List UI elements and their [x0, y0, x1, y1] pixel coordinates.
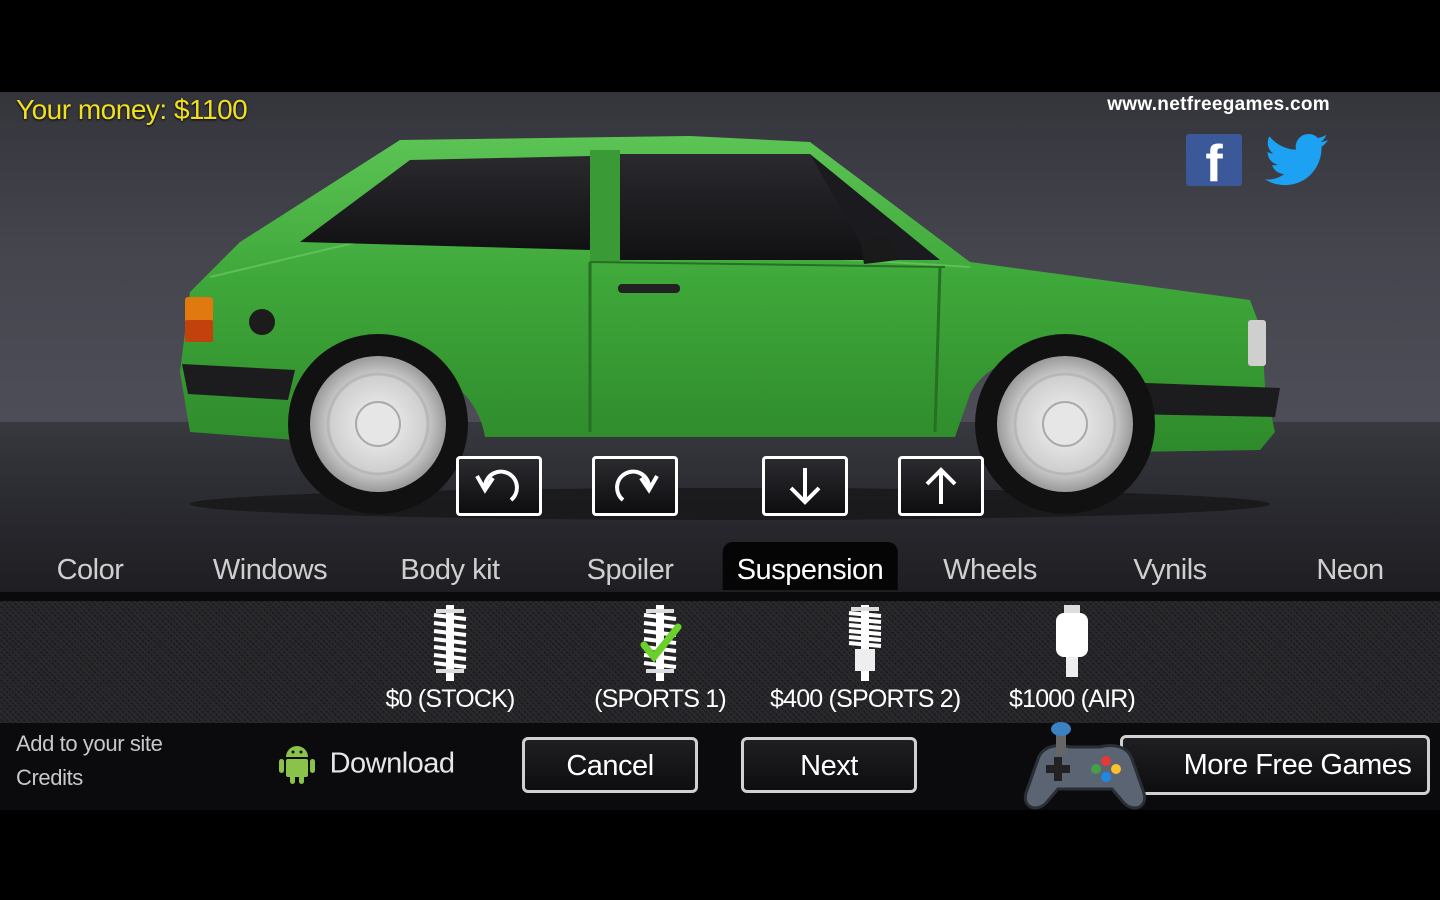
next-button[interactable]: Next — [741, 737, 917, 793]
coil-spring-icon — [433, 605, 467, 681]
option-sports-2[interactable]: $400 (SPORTS 2) — [770, 605, 961, 714]
download-label: Download — [329, 747, 455, 780]
money-display: Your money: $1100 — [16, 94, 248, 125]
option-label: $400 (SPORTS 2) — [770, 685, 961, 713]
arrow-down-icon — [789, 468, 821, 505]
option-sports-1[interactable]: (SPORTS 1) — [565, 605, 755, 714]
rotate-cw-icon — [615, 469, 659, 502]
bottom-bar: Add to your site Credits Download Cancel… — [0, 722, 1440, 810]
coil-spring-icon — [848, 605, 882, 681]
android-icon — [279, 746, 315, 784]
tab-color[interactable]: Color — [57, 542, 124, 592]
gamepad-icon — [1023, 722, 1147, 810]
rotate-ccw-icon — [475, 469, 519, 502]
tab-wheels[interactable]: Wheels — [943, 542, 1037, 592]
raise-button[interactable] — [898, 456, 984, 516]
site-url[interactable]: www.netfreegames.com — [1107, 94, 1330, 116]
air-suspension-icon — [1056, 605, 1088, 677]
download-button[interactable]: Download — [278, 743, 455, 787]
side-links: Add to your site Credits — [16, 727, 163, 795]
tab-suspension[interactable]: Suspension — [722, 542, 898, 590]
tab-windows[interactable]: Windows — [213, 542, 328, 592]
add-to-site-link[interactable]: Add to your site — [16, 727, 163, 761]
coil-spring-icon — [640, 605, 682, 681]
option-air[interactable]: $1000 (AIR) — [977, 605, 1167, 714]
tab-vynils[interactable]: Vynils — [1133, 542, 1207, 592]
tab-neon[interactable]: Neon — [1316, 542, 1384, 592]
option-label: $1000 (AIR) — [1009, 685, 1136, 713]
cancel-button[interactable]: Cancel — [522, 737, 698, 793]
game-stage: Your money: $1100 www.netfreegames.com f — [0, 92, 1440, 810]
lower-button[interactable] — [762, 456, 848, 516]
tab-body-kit[interactable]: Body kit — [400, 542, 500, 592]
option-stock[interactable]: $0 (STOCK) — [355, 605, 545, 714]
options-panel: $0 (STOCK) (SPORTS 1) $400 (SPORTS 2) $1… — [0, 592, 1440, 723]
category-tabs: Color Windows Body kit Spoiler Suspensio… — [0, 542, 1440, 592]
more-free-games-button[interactable]: More Free Games — [1020, 722, 1430, 810]
rotate-right-button[interactable] — [592, 456, 678, 516]
option-label: $0 (STOCK) — [385, 685, 515, 713]
car-illustration — [180, 136, 1280, 520]
arrow-up-icon — [925, 467, 957, 504]
option-label: (SPORTS 1) — [594, 685, 727, 713]
more-games-label: More Free Games — [1183, 749, 1412, 781]
tab-spoiler[interactable]: Spoiler — [587, 542, 674, 592]
rotate-left-button[interactable] — [456, 456, 542, 516]
credits-link[interactable]: Credits — [16, 761, 162, 795]
